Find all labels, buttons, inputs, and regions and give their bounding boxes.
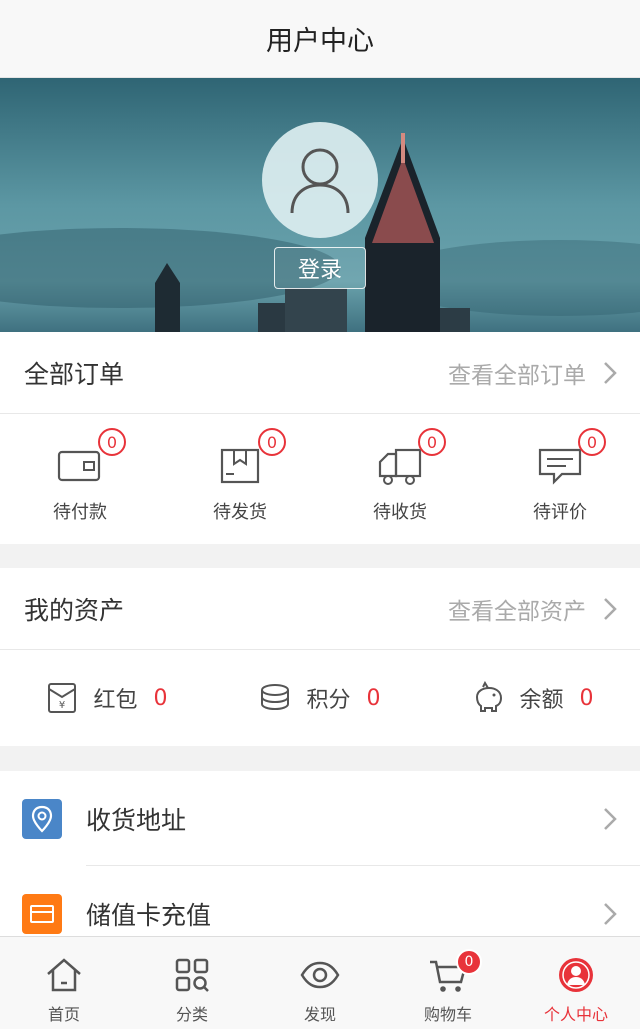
asset-value: 0 xyxy=(579,685,594,711)
order-count-badge: 0 xyxy=(578,428,606,456)
chevron-right-icon xyxy=(604,597,617,620)
profile-banner: 登录 xyxy=(0,78,640,332)
order-status-label: 待评价 xyxy=(533,502,587,523)
tab-label: 分类 xyxy=(175,1005,208,1024)
cart-count-badge: 0 xyxy=(456,949,482,975)
chevron-right-icon xyxy=(604,807,617,830)
view-all-orders-text: 查看全部订单 xyxy=(448,362,586,389)
order-status-label: 待付款 xyxy=(53,502,107,523)
comment-icon xyxy=(538,448,582,485)
assets-header[interactable]: 我的资产 查看全部资产 xyxy=(0,568,640,650)
order-pending-review[interactable]: 0 待评价 xyxy=(480,414,640,544)
tab-label: 首页 xyxy=(47,1005,80,1024)
red-envelope-icon: ¥ xyxy=(48,683,77,713)
menu-item-address[interactable]: 收货地址 xyxy=(0,771,640,866)
asset-label: 积分 xyxy=(306,688,351,713)
user-icon xyxy=(559,958,593,992)
card-icon xyxy=(22,893,62,934)
menu-section: 收货地址 储值卡充值 xyxy=(0,771,640,961)
order-pending-shipment[interactable]: 0 待发货 xyxy=(160,414,320,544)
asset-label: 红包 xyxy=(93,688,138,713)
tab-category[interactable]: 分类 xyxy=(128,937,256,1029)
tab-label: 个人中心 xyxy=(543,1005,608,1024)
wallet-icon xyxy=(57,450,101,482)
eye-icon xyxy=(300,961,340,989)
view-all-assets-link[interactable]: 查看全部资产 xyxy=(448,592,618,626)
user-icon xyxy=(290,148,350,214)
package-icon xyxy=(220,448,260,484)
order-count-badge: 0 xyxy=(258,428,286,456)
menu-label: 储值卡充值 xyxy=(86,900,212,930)
asset-value: 0 xyxy=(366,685,381,711)
login-button[interactable]: 登录 xyxy=(274,247,366,289)
tab-profile[interactable]: 个人中心 xyxy=(512,937,640,1029)
view-all-orders-link[interactable]: 查看全部订单 xyxy=(448,356,618,390)
asset-points[interactable]: 积分 0 xyxy=(213,681,426,715)
coins-icon xyxy=(261,684,290,711)
bottom-tab-bar: 首页 分类 发现 0 购物车 个人中心 xyxy=(0,936,640,1029)
order-pending-payment[interactable]: 0 待付款 xyxy=(0,414,160,544)
asset-list: ¥ 红包 0 积分 0 余额 0 xyxy=(0,650,640,746)
orders-header[interactable]: 全部订单 查看全部订单 xyxy=(0,332,640,414)
assets-label: 我的资产 xyxy=(24,595,125,625)
svg-text:¥: ¥ xyxy=(59,700,65,711)
tab-discover[interactable]: 发现 xyxy=(256,937,384,1029)
orders-section: 全部订单 查看全部订单 0 待付款 0 待发货 0 待收货 0 待评价 xyxy=(0,332,640,544)
tab-label: 购物车 xyxy=(423,1005,472,1024)
orders-label: 全部订单 xyxy=(24,359,125,389)
menu-label: 收货地址 xyxy=(86,805,187,835)
tab-label: 发现 xyxy=(303,1005,336,1024)
order-status-list: 0 待付款 0 待发货 0 待收货 0 待评价 xyxy=(0,414,640,544)
order-pending-receipt[interactable]: 0 待收货 xyxy=(320,414,480,544)
header: 用户中心 xyxy=(0,0,640,78)
piggy-bank-icon xyxy=(476,681,503,712)
asset-red-envelope[interactable]: ¥ 红包 0 xyxy=(0,681,213,715)
location-icon xyxy=(22,798,62,839)
truck-icon xyxy=(378,448,422,485)
avatar[interactable] xyxy=(262,122,378,238)
order-status-label: 待收货 xyxy=(373,502,427,523)
page-title: 用户中心 xyxy=(266,26,374,57)
home-icon xyxy=(47,958,81,992)
asset-label: 余额 xyxy=(519,688,564,713)
assets-section: 我的资产 查看全部资产 ¥ 红包 0 积分 0 余额 0 xyxy=(0,568,640,746)
asset-balance[interactable]: 余额 0 xyxy=(426,681,639,715)
tab-home[interactable]: 首页 xyxy=(0,937,128,1029)
chevron-right-icon xyxy=(604,361,617,384)
chevron-right-icon xyxy=(604,902,617,925)
order-count-badge: 0 xyxy=(418,428,446,456)
tab-cart[interactable]: 0 购物车 xyxy=(384,937,512,1029)
order-status-label: 待发货 xyxy=(213,502,267,523)
category-icon xyxy=(175,958,209,992)
asset-value: 0 xyxy=(153,685,168,711)
order-count-badge: 0 xyxy=(98,428,126,456)
view-all-assets-text: 查看全部资产 xyxy=(448,598,586,625)
